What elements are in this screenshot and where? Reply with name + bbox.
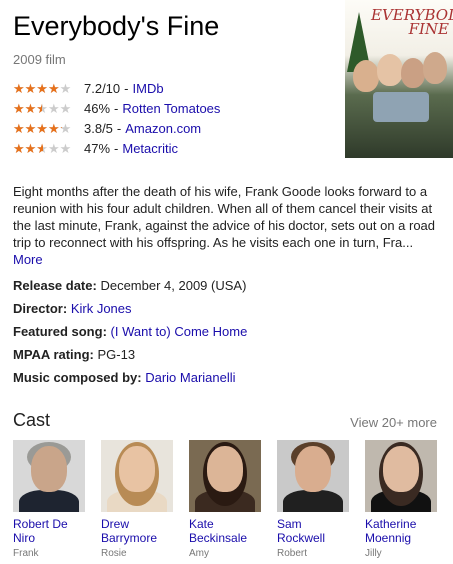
cast-name-link[interactable]: Kate Beckinsale <box>189 517 261 545</box>
cast-photo[interactable] <box>365 440 437 512</box>
fact-value: December 4, 2009 (USA) <box>100 278 247 293</box>
fact-value-link[interactable]: Dario Marianelli <box>145 370 235 385</box>
rating-source-link[interactable]: Amazon.com <box>125 121 201 136</box>
cast-name-link[interactable]: Drew Barrymore <box>101 517 173 545</box>
rating-score: 3.8/5 <box>84 120 113 136</box>
ratings-list: ★★★★★★★★★★7.2/10-IMDb★★★★★★★★★★46%-Rotte… <box>13 78 220 158</box>
rating-source-link[interactable]: Rotten Tomatoes <box>122 101 220 116</box>
cast-role: Frank <box>13 548 39 559</box>
poster-faces-graphic <box>353 52 449 126</box>
cast-member[interactable]: Katherine Moennig Jilly <box>365 440 437 559</box>
fact-row: Director: Kirk Jones <box>13 300 247 323</box>
fact-label: Director: <box>13 301 68 316</box>
rating-row: ★★★★★★★★★★47%-Metacritic <box>13 140 178 156</box>
rating-stars: ★★★★★★★★★★ <box>13 100 72 116</box>
rating-score: 7.2/10 <box>84 80 121 96</box>
cast-photo[interactable] <box>277 440 349 512</box>
fact-value-link[interactable]: (I Want to) Come Home <box>111 324 248 339</box>
rating-stars: ★★★★★★★★★★ <box>13 80 72 96</box>
page-subtitle: 2009 film <box>13 52 66 67</box>
fact-row: Featured song: (I Want to) Come Home <box>13 323 247 346</box>
rating-score: 47% <box>84 140 111 156</box>
rating-row: ★★★★★★★★★★3.8/5-Amazon.com <box>13 120 202 136</box>
cast-photo[interactable] <box>101 440 173 512</box>
fact-value-link[interactable]: Kirk Jones <box>71 301 132 316</box>
facts-list: Release date: December 4, 2009 (USA) Dire… <box>13 277 247 392</box>
fact-row: Release date: December 4, 2009 (USA) <box>13 277 247 300</box>
fact-label: Music composed by: <box>13 370 142 385</box>
rating-source-link[interactable]: IMDb <box>133 81 164 96</box>
fact-label: Featured song: <box>13 324 107 339</box>
description-text: Eight months after the death of his wife… <box>13 184 436 250</box>
cast-member[interactable]: Drew Barrymore Rosie <box>101 440 173 559</box>
cast-list: Robert De Niro Frank Drew Barrymore Rosie Ka… <box>13 440 453 559</box>
cast-photo[interactable] <box>13 440 85 512</box>
poster-title: EVERYBODY'SFINE <box>371 6 453 38</box>
rating-source-link[interactable]: Metacritic <box>122 141 178 156</box>
cast-heading: Cast <box>13 410 51 430</box>
description-more-link[interactable]: More <box>13 252 43 267</box>
cast-name-link[interactable]: Katherine Moennig <box>365 517 437 545</box>
cast-name-link[interactable]: Sam Rockwell <box>277 517 349 545</box>
cast-photo[interactable] <box>189 440 261 512</box>
rating-stars: ★★★★★★★★★★ <box>13 120 72 136</box>
rating-score: 46% <box>84 100 111 116</box>
cast-member[interactable]: Kate Beckinsale Amy <box>189 440 261 559</box>
cast-member[interactable]: Sam Rockwell Robert <box>277 440 349 559</box>
fact-label: Release date: <box>13 278 97 293</box>
cast-role: Robert <box>277 548 308 559</box>
fact-row: MPAA rating: PG-13 <box>13 346 247 369</box>
cast-role: Rosie <box>101 548 127 559</box>
page-title: Everybody's Fine <box>13 11 220 41</box>
movie-poster[interactable]: EVERYBODY'SFINE <box>345 0 453 158</box>
rating-row: ★★★★★★★★★★7.2/10-IMDb <box>13 80 164 96</box>
rating-row: ★★★★★★★★★★46%-Rotten Tomatoes <box>13 100 221 116</box>
view-more-cast-link[interactable]: View 20+ more <box>350 415 437 430</box>
cast-role: Jilly <box>365 548 382 559</box>
fact-label: MPAA rating: <box>13 347 94 362</box>
rating-stars: ★★★★★★★★★★ <box>13 140 72 156</box>
cast-member[interactable]: Robert De Niro Frank <box>13 440 85 559</box>
description: Eight months after the death of his wife… <box>13 183 438 268</box>
cast-role: Amy <box>189 548 209 559</box>
cast-name-link[interactable]: Robert De Niro <box>13 517 85 545</box>
fact-row: Music composed by: Dario Marianelli <box>13 369 247 392</box>
fact-value: PG-13 <box>97 347 136 362</box>
